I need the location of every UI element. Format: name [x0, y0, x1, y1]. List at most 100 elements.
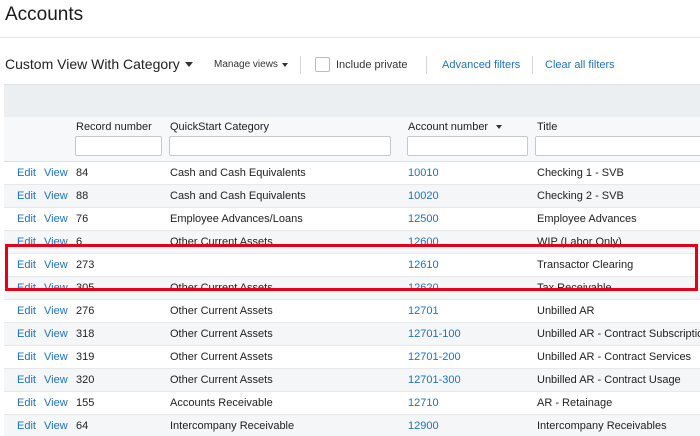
record-number-cell: 318 — [76, 328, 95, 340]
edit-link[interactable]: Edit — [17, 397, 36, 409]
column-header-label: QuickStart Category — [170, 121, 270, 133]
table-row: Edit View 84 Cash and Cash Equivalents 10010… — [4, 162, 700, 185]
account-number-link[interactable]: 12620 — [408, 282, 439, 294]
divider — [426, 56, 427, 74]
edit-link[interactable]: Edit — [17, 167, 36, 179]
chevron-down-icon — [184, 61, 193, 67]
category-cell: Cash and Cash Equivalents — [170, 167, 306, 179]
account-number-link[interactable]: 12610 — [408, 259, 439, 271]
advanced-filters-link[interactable]: Advanced filters — [442, 59, 520, 71]
edit-link[interactable]: Edit — [17, 305, 36, 317]
edit-link[interactable]: Edit — [17, 259, 36, 271]
record-number-cell: 64 — [76, 420, 89, 432]
record-number-cell: 88 — [76, 190, 89, 202]
view-link[interactable]: View — [44, 167, 68, 179]
title-divider — [0, 37, 700, 38]
account-number-link[interactable]: 12701-300 — [408, 374, 461, 386]
title-cell: WIP (Labor Only) — [537, 236, 622, 248]
view-link[interactable]: View — [44, 213, 68, 225]
category-cell: Other Current Assets — [170, 328, 273, 340]
grid-toolbar — [4, 84, 700, 117]
column-header-label: Account number — [408, 121, 489, 133]
table-row: Edit View 6 Other Current Assets 12600 WIP (L… — [4, 231, 700, 254]
edit-link[interactable]: Edit — [17, 328, 36, 340]
record-number-cell: 6 — [76, 236, 83, 248]
account-number-link[interactable]: 12900 — [408, 420, 439, 432]
account-number-link[interactable]: 12710 — [408, 397, 439, 409]
edit-link[interactable]: Edit — [17, 236, 36, 248]
title-cell: AR - Retainage — [537, 397, 613, 409]
table-row: Edit View 88 Cash and Cash Equivalents 10020… — [4, 185, 700, 208]
include-private-checkbox[interactable] — [315, 57, 330, 72]
account-number-link[interactable]: 12701-100 — [408, 328, 461, 340]
record-number-cell: 319 — [76, 351, 95, 363]
toolbar: Custom View With Category Manage views I… — [0, 50, 700, 80]
category-cell: Other Current Assets — [170, 351, 273, 363]
clear-all-filters-link[interactable]: Clear all filters — [545, 59, 615, 71]
record-number-filter-input[interactable] — [75, 136, 162, 156]
view-link[interactable]: View — [44, 328, 68, 340]
table-row: Edit View 155 Accounts Receivable 12710 AR - … — [4, 392, 700, 415]
view-link[interactable]: View — [44, 374, 68, 386]
view-link[interactable]: View — [44, 351, 68, 363]
title-cell: Unbilled AR - Contract Usage — [537, 374, 681, 386]
category-cell: Other Current Assets — [170, 282, 273, 294]
view-link[interactable]: View — [44, 305, 68, 317]
edit-link[interactable]: Edit — [17, 420, 36, 432]
view-selector-label: Custom View With Category — [5, 56, 180, 72]
title-filter-input[interactable] — [535, 136, 700, 156]
manage-views-button[interactable]: Manage views — [214, 59, 288, 70]
edit-link[interactable]: Edit — [17, 190, 36, 202]
view-selector[interactable]: Custom View With Category — [5, 56, 193, 72]
edit-link[interactable]: Edit — [17, 374, 36, 386]
table-row: Edit View 276 Other Current Assets 12701 Unbi… — [4, 300, 700, 323]
table-row: Edit View 76 Employee Advances/Loans 12500 Em… — [4, 208, 700, 231]
title-cell: Checking 2 - SVB — [537, 190, 624, 202]
title-cell: Unbilled AR - Contract Services — [537, 351, 692, 363]
category-cell: Employee Advances/Loans — [170, 213, 303, 225]
view-link[interactable]: View — [44, 236, 68, 248]
view-link[interactable]: View — [44, 259, 68, 271]
view-link[interactable]: View — [44, 420, 68, 432]
edit-link[interactable]: Edit — [17, 282, 36, 294]
title-cell: Checking 1 - SVB — [537, 167, 624, 179]
include-private-label: Include private — [336, 59, 408, 71]
account-number-filter-input[interactable] — [407, 136, 528, 156]
category-cell: Accounts Receivable — [170, 397, 273, 409]
manage-views-label: Manage views — [214, 59, 278, 70]
column-header-label: Title — [537, 121, 558, 133]
title-cell: Unbilled AR - Contract Subscriptio — [537, 328, 700, 340]
view-link[interactable]: View — [44, 282, 68, 294]
column-header-record-number[interactable]: Record number — [76, 121, 152, 133]
table-body: Edit View 84 Cash and Cash Equivalents 10010… — [4, 162, 700, 436]
table-row: Edit View 319 Other Current Assets 12701-200… — [4, 346, 700, 369]
account-number-link[interactable]: 10010 — [408, 167, 439, 179]
chevron-down-icon — [281, 62, 288, 67]
edit-link[interactable]: Edit — [17, 213, 36, 225]
table-row: Edit View 318 Other Current Assets 12701-100… — [4, 323, 700, 346]
record-number-cell: 76 — [76, 213, 89, 225]
table-row: Edit View 64 Intercompany Receivable 12900 In… — [4, 415, 700, 436]
view-link[interactable]: View — [44, 190, 68, 202]
category-cell: Other Current Assets — [170, 236, 273, 248]
column-header-label: Record number — [76, 121, 152, 133]
account-number-link[interactable]: 12701-200 — [408, 351, 461, 363]
view-link[interactable]: View — [44, 397, 68, 409]
account-number-link[interactable]: 12600 — [408, 236, 439, 248]
table-header: Record number QuickStart Category Accoun… — [4, 117, 700, 162]
record-number-cell: 276 — [76, 305, 95, 317]
account-number-link[interactable]: 10020 — [408, 190, 439, 202]
page-title: Accounts — [5, 4, 84, 25]
category-filter-input[interactable] — [169, 136, 391, 156]
column-header-quickstart-category[interactable]: QuickStart Category — [170, 121, 269, 133]
account-number-link[interactable]: 12500 — [408, 213, 439, 225]
title-cell: Employee Advances — [537, 213, 637, 225]
edit-link[interactable]: Edit — [17, 351, 36, 363]
table-row: Edit View 320 Other Current Assets 12701-300… — [4, 369, 700, 392]
title-cell: Transactor Clearing — [537, 259, 634, 271]
column-header-account-number[interactable]: Account number — [408, 121, 503, 133]
account-number-link[interactable]: 12701 — [408, 305, 439, 317]
table-row: Edit View 305 Other Current Assets 12620 Tax … — [4, 277, 700, 300]
divider — [300, 56, 301, 74]
column-header-title[interactable]: Title — [537, 121, 557, 133]
